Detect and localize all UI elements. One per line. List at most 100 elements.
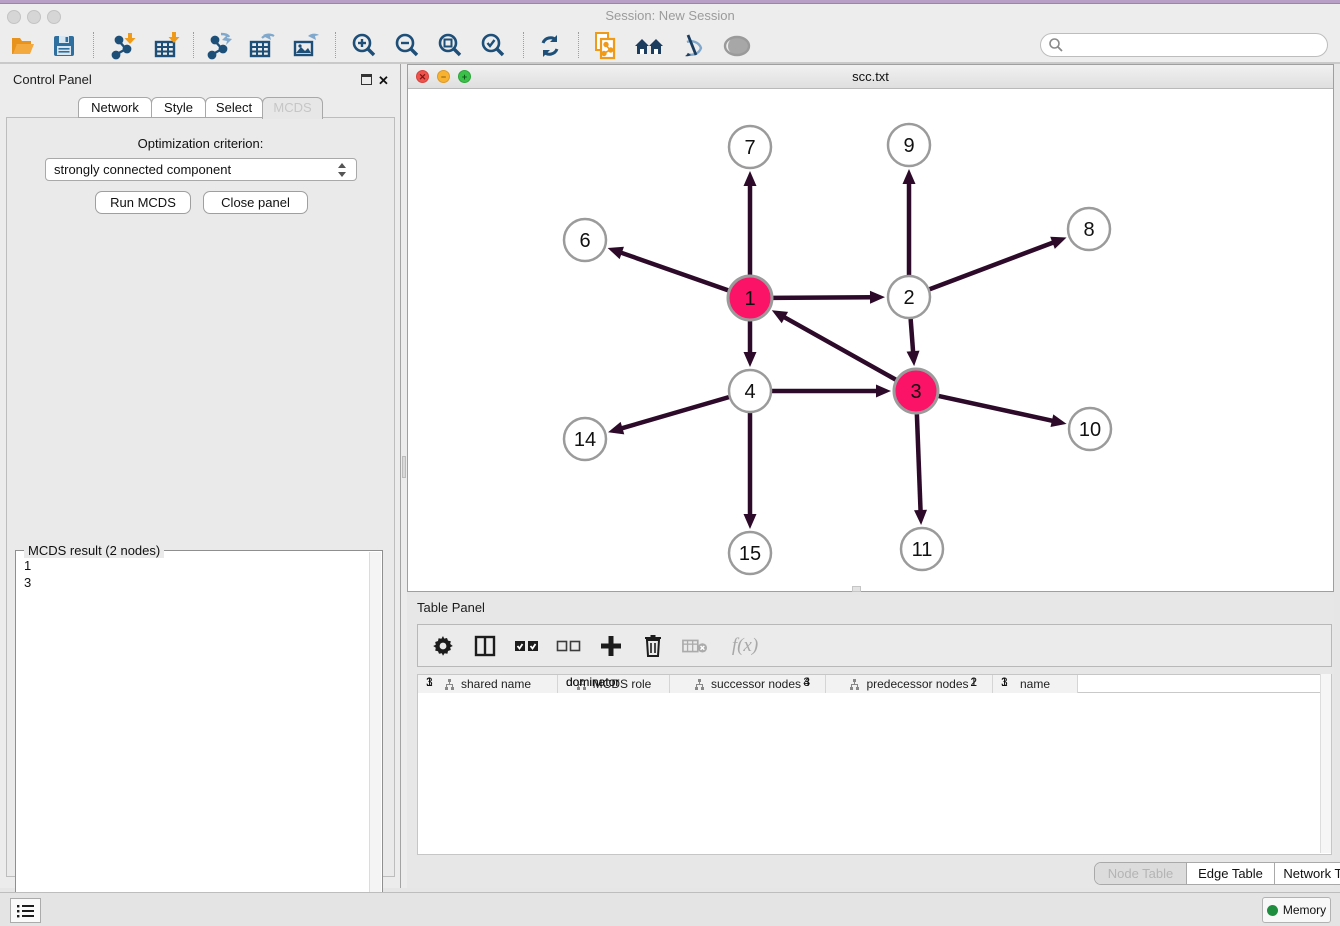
toolbar-separator (335, 32, 336, 58)
network-graph: 7968124314101511 (408, 89, 1333, 591)
gear-icon[interactable] (430, 633, 456, 659)
minimize-network-button[interactable]: − (437, 70, 450, 83)
memory-button[interactable]: Memory (1262, 897, 1331, 923)
function-builder-icon[interactable]: f(x) (724, 633, 766, 659)
edge-3-10[interactable] (938, 396, 1054, 421)
task-history-button[interactable] (10, 898, 41, 923)
tab-node-table[interactable]: Node Table (1095, 863, 1187, 885)
export-image-icon[interactable] (288, 30, 324, 62)
node-label-9: 9 (903, 135, 914, 157)
network-canvas[interactable]: 7968124314101511 (408, 89, 1333, 591)
mcds-panel: Optimization criterion: strongly connect… (6, 117, 395, 877)
import-network-icon[interactable] (105, 30, 141, 62)
edge-3-1[interactable] (782, 316, 896, 380)
style-hide-icon[interactable] (674, 30, 710, 62)
list-icon (17, 904, 35, 918)
close-panel-button[interactable]: Close panel (203, 191, 308, 214)
close-window-button[interactable] (7, 10, 21, 24)
tab-mcds[interactable]: MCDS (262, 97, 323, 119)
edge-2-8[interactable] (930, 242, 1056, 290)
arrowhead-icon (608, 247, 624, 259)
edge-2-3[interactable] (911, 319, 914, 354)
table-cell: 2 (826, 674, 977, 690)
control-panel: Control Panel ✕ Network Style Select MCD… (0, 64, 401, 888)
table-cell: dominator (558, 674, 670, 690)
refresh-layout-icon[interactable] (532, 30, 568, 62)
memory-status-icon (1267, 905, 1278, 916)
float-panel-icon[interactable] (361, 74, 372, 85)
node-label-4: 4 (744, 381, 755, 403)
mcds-result-box: MCDS result (2 nodes) 1 3 (15, 550, 383, 925)
edge-4-14[interactable] (620, 397, 729, 429)
zoom-out-icon[interactable] (389, 30, 425, 62)
table-cell: 3 (670, 674, 810, 690)
zoom-in-icon[interactable] (346, 30, 382, 62)
eye-icon[interactable] (719, 30, 755, 62)
close-network-button[interactable]: ✕ (416, 70, 429, 83)
deselect-all-icon[interactable] (556, 633, 582, 659)
toolbar-separator (578, 32, 579, 58)
table-panel: Table Panel ✕ f(x) shared nameMCDS roles… (407, 595, 1334, 888)
search-input[interactable] (1040, 33, 1328, 57)
table-cell: 3 (418, 674, 558, 690)
export-network-icon[interactable] (201, 30, 237, 62)
export-table-icon[interactable] (244, 30, 280, 62)
edge-1-2[interactable] (773, 297, 873, 298)
zoom-window-button[interactable] (47, 10, 61, 24)
edge-3-11[interactable] (917, 414, 921, 513)
add-column-icon[interactable] (598, 633, 624, 659)
import-table-icon[interactable] (149, 30, 185, 62)
clone-network-icon[interactable] (588, 30, 624, 62)
run-mcds-button[interactable]: Run MCDS (95, 191, 191, 214)
mcds-result-text[interactable]: 1 3 (16, 553, 370, 923)
network-window-title: scc.txt (408, 65, 1333, 88)
main-toolbar (0, 28, 1340, 64)
network-home-icon[interactable] (631, 30, 667, 62)
control-panel-title: Control Panel (13, 72, 92, 87)
table-tabs: Node Table Edge Table Network Table Moti… (1094, 862, 1340, 885)
save-session-icon[interactable] (46, 30, 82, 62)
node-label-8: 8 (1083, 219, 1094, 241)
zoom-selected-icon[interactable] (475, 30, 511, 62)
table-cell: 3 (993, 674, 1078, 690)
arrowhead-icon (903, 169, 916, 184)
arrowhead-icon (608, 422, 624, 434)
network-table-splitter-grip[interactable] (852, 586, 861, 592)
zoom-fit-icon[interactable] (432, 30, 468, 62)
mcds-result-scrollbar[interactable] (369, 552, 381, 924)
tab-style[interactable]: Style (151, 97, 206, 118)
arrowhead-icon (914, 510, 927, 525)
tab-network[interactable]: Network (78, 97, 152, 118)
table-row[interactable] (418, 710, 1321, 726)
table-row[interactable] (418, 694, 1321, 710)
arrowhead-icon (744, 514, 757, 529)
edge-1-6[interactable] (619, 252, 728, 290)
node-label-1: 1 (744, 288, 755, 310)
open-session-icon[interactable] (5, 30, 41, 62)
arrowhead-icon (876, 385, 891, 398)
select-all-icon[interactable] (514, 633, 540, 659)
delete-column-icon[interactable] (640, 633, 666, 659)
arrowhead-icon (1051, 414, 1067, 427)
columns-icon[interactable] (472, 633, 498, 659)
arrowhead-icon (744, 352, 757, 367)
minimize-window-button[interactable] (27, 10, 41, 24)
tab-network-table[interactable]: Network Table (1275, 863, 1340, 885)
app-titlebar: Session: New Session (0, 4, 1340, 28)
node-label-15: 15 (739, 543, 761, 565)
tab-select[interactable]: Select (205, 97, 263, 118)
toolbar-separator (193, 32, 194, 58)
selected-option: strongly connected component (54, 162, 231, 177)
toolbar-separator (523, 32, 524, 58)
arrowhead-icon (870, 291, 885, 304)
delete-table-icon[interactable] (682, 633, 708, 659)
toolbar-separator (93, 32, 94, 58)
network-window-titlebar[interactable]: ✕ − + scc.txt (408, 65, 1333, 89)
network-view-window: ✕ − + scc.txt 7968124314101511 (407, 64, 1334, 592)
optimization-criterion-select[interactable]: strongly connected component (45, 158, 357, 181)
tab-edge-table[interactable]: Edge Table (1187, 863, 1275, 885)
maximize-network-button[interactable]: + (458, 70, 471, 83)
close-panel-icon[interactable]: ✕ (378, 74, 389, 87)
table-scrollbar[interactable] (1320, 674, 1331, 853)
node-label-10: 10 (1079, 419, 1101, 441)
